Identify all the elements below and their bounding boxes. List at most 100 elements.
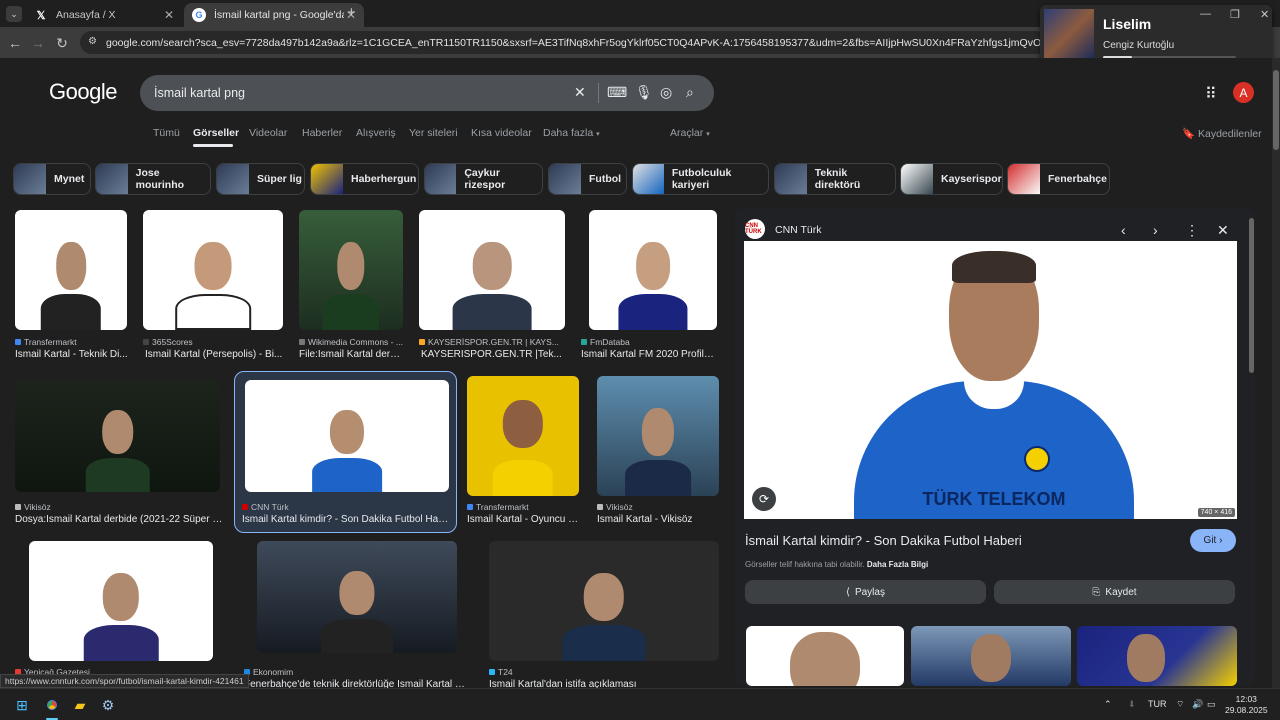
- lens-icon[interactable]: ◎: [660, 84, 672, 101]
- person-photo: TÜRK TELEKOM: [854, 251, 1134, 519]
- preview-title[interactable]: İsmail Kartal kimdir? - Son Dakika Futbo…: [745, 533, 1022, 548]
- forward-icon[interactable]: →: [28, 33, 48, 53]
- tab-news[interactable]: Haberler: [302, 127, 342, 139]
- result-source: FmDataba: [581, 337, 717, 347]
- image-result[interactable]: Transfermarkt İsmail Kartal - Oyuncu p..…: [467, 376, 580, 531]
- person-photo: [37, 234, 104, 330]
- tab-all[interactable]: Tümü: [153, 127, 180, 139]
- more-options-icon[interactable]: ⋮: [1185, 222, 1199, 239]
- image-result[interactable]: Transfermarkt İsmail Kartal - Teknik Di.…: [15, 210, 128, 365]
- visit-button[interactable]: Git ›: [1190, 529, 1236, 552]
- chip-fenerbahce[interactable]: Fenerbahçe: [1007, 163, 1110, 195]
- image-result[interactable]: KAYSERİSPOR.GEN.TR | KAYS... KAYSERİSPOR…: [419, 210, 565, 365]
- result-caption: İsmail Kartal - Vikisöz: [597, 514, 693, 525]
- tab-x[interactable]: 𝕏 Anasayfa / X ✕: [26, 3, 182, 27]
- chip-jose-mourinho[interactable]: Jose mourinho: [95, 163, 211, 195]
- chip-futbolculuk-kariyeri[interactable]: Futbolculuk kariyeri: [632, 163, 769, 195]
- chip-caykur-rizespor[interactable]: Çaykur rizespor: [424, 163, 543, 195]
- chip-haberhergun[interactable]: Haberhergun: [310, 163, 419, 195]
- chrome-icon[interactable]: [42, 695, 62, 715]
- chrome-logo: [44, 697, 60, 713]
- preview-source[interactable]: CNN Türk: [775, 224, 821, 236]
- image-result[interactable]: T24 İsmail Kartal'dan istifa açıklaması: [489, 541, 719, 688]
- person-photo: [320, 234, 382, 330]
- keyboard-icon[interactable]: ⌨: [607, 84, 627, 101]
- window-close-icon[interactable]: ✕: [1260, 8, 1269, 21]
- microphone-icon[interactable]: 🎙: [635, 84, 653, 101]
- date: 29.08.2025: [1225, 705, 1268, 715]
- panel-scrollbar[interactable]: [1249, 218, 1254, 373]
- scrollbar-thumb[interactable]: [1273, 70, 1279, 150]
- google-favicon-icon: G: [192, 8, 206, 22]
- learn-more-link[interactable]: Daha Fazla Bilgi: [867, 560, 928, 569]
- new-tab-button[interactable]: +: [347, 4, 356, 21]
- clock[interactable]: 12:03 29.08.2025: [1225, 694, 1268, 716]
- apps-grid-icon[interactable]: ⠿: [1205, 84, 1217, 104]
- tab-videos[interactable]: Videolar: [249, 127, 287, 139]
- image-preview-panel: CNN TÜRK CNN Türk ‹ › ⋮ ✕ TÜRK TELEKOM ⟳…: [735, 208, 1255, 686]
- reload-icon[interactable]: ↻: [52, 33, 72, 53]
- search-input[interactable]: İsmail kartal png ✕ ⌨ 🎙 ◎ ⌕: [140, 75, 714, 111]
- result-source: T24: [489, 667, 719, 677]
- tab-more-label: Daha fazla: [543, 127, 594, 139]
- chip-futbol[interactable]: Futbol: [548, 163, 627, 195]
- maximize-icon[interactable]: ❐: [1230, 8, 1240, 21]
- tab-more[interactable]: Daha fazla ▾: [543, 127, 600, 139]
- chevron-up-icon[interactable]: ⌃: [1104, 699, 1112, 710]
- result-source: 365Scores: [143, 337, 283, 347]
- tab-images[interactable]: Görseller: [193, 127, 239, 139]
- visit-label: Git: [1203, 535, 1217, 546]
- address-bar[interactable]: ⚙ google.com/search?sca_esv=7728da497b14…: [80, 31, 1048, 54]
- search-icon[interactable]: ⌕: [686, 84, 694, 101]
- image-result[interactable]: 365Scores İsmail Kartal (Persepolis) - B…: [143, 210, 283, 365]
- windows-start-icon[interactable]: ⊞: [12, 695, 32, 715]
- file-explorer-icon[interactable]: ▰: [70, 695, 90, 715]
- chip-teknik-direktoru[interactable]: Teknik direktörü: [774, 163, 896, 195]
- image-result[interactable]: Vikisöz İsmail Kartal - Vikisöz: [597, 376, 719, 531]
- battery-icon[interactable]: ▭: [1207, 699, 1216, 710]
- related-thumbnail[interactable]: [1077, 626, 1237, 686]
- image-result[interactable]: Yeniçağ Gazetesi: [15, 541, 227, 681]
- minimize-icon[interactable]: —: [1200, 8, 1211, 20]
- close-icon[interactable]: ✕: [164, 8, 174, 22]
- tab-short-videos[interactable]: Kısa videolar: [471, 127, 532, 139]
- related-thumbnail[interactable]: [746, 626, 904, 686]
- image-result[interactable]: FmDataba İsmail Kartal FM 2020 Profile..…: [581, 210, 717, 365]
- language-indicator[interactable]: TUR: [1148, 699, 1167, 709]
- chevron-right-icon[interactable]: ›: [1153, 222, 1158, 238]
- clear-icon[interactable]: ✕: [574, 84, 586, 101]
- status-url: https://www.cnnturk.com/spor/futbol/isma…: [0, 674, 249, 688]
- tab-shopping[interactable]: Alışveriş: [356, 127, 396, 139]
- chevron-left-icon[interactable]: ‹: [1121, 222, 1126, 238]
- lens-search-icon[interactable]: ⟳: [752, 487, 776, 511]
- tray-app-icon[interactable]: ⬇: [1128, 699, 1136, 710]
- back-icon[interactable]: ←: [5, 33, 25, 53]
- search-divider: [598, 83, 599, 103]
- tab-google-images[interactable]: G İsmail kartal png - Google'da A ✕: [184, 3, 364, 27]
- site-info-icon[interactable]: ⚙: [88, 36, 100, 48]
- image-result[interactable]: Wikimedia Commons - ... File:İsmail Kart…: [299, 210, 403, 365]
- image-result-selected[interactable]: CNN Türk İsmail Kartal kimdir? - Son Dak…: [242, 380, 452, 530]
- tools-button[interactable]: Araçlar ▾: [670, 127, 710, 139]
- save-button[interactable]: ⎘ Kaydet: [994, 580, 1235, 604]
- chip-label: Süper lig: [257, 173, 302, 185]
- volume-icon[interactable]: 🔊: [1192, 699, 1203, 710]
- google-logo[interactable]: Google: [49, 79, 117, 105]
- tab-search-button[interactable]: ⌄: [6, 6, 22, 22]
- tab-places[interactable]: Yer siteleri: [409, 127, 458, 139]
- save-label: Kaydet: [1105, 586, 1137, 598]
- share-button[interactable]: ⟨ Paylaş: [745, 580, 986, 604]
- close-icon[interactable]: ✕: [1217, 222, 1229, 239]
- avatar[interactable]: A: [1233, 82, 1254, 103]
- steam-icon[interactable]: ⚙: [98, 695, 118, 715]
- page-scrollbar[interactable]: [1272, 58, 1280, 688]
- preview-image[interactable]: TÜRK TELEKOM ⟳ 740 × 416: [744, 241, 1237, 519]
- chip-super-lig[interactable]: Süper lig: [216, 163, 305, 195]
- chip-kayserispor[interactable]: Kayserispor: [900, 163, 1003, 195]
- saved-button[interactable]: 🔖 Kaydedilenler: [1182, 127, 1262, 140]
- wifi-icon[interactable]: ⌔: [1176, 699, 1184, 710]
- chip-mynet[interactable]: Mynet: [13, 163, 91, 195]
- image-result[interactable]: Vikisöz Dosya:İsmail Kartal derbide (202…: [15, 380, 225, 530]
- related-thumbnail[interactable]: [911, 626, 1071, 686]
- image-result[interactable]: Ekonomim Fenerbahçe'de teknik direktörlü…: [244, 541, 470, 688]
